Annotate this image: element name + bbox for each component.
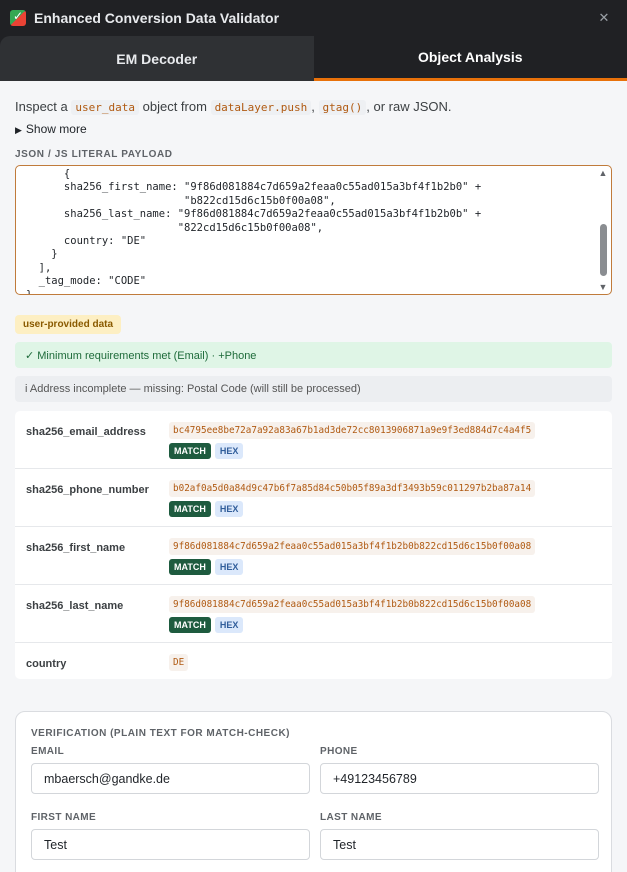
title-bar: Enhanced Conversion Data Validator ✕: [0, 0, 627, 36]
field-name: sha256_phone_number: [26, 484, 149, 496]
match-badge: MATCH: [169, 443, 211, 459]
field-name: sha256_email_address: [26, 426, 146, 438]
field-value: 9f86d081884c7d659a2feaa0c55ad015a3bf4f1b…: [169, 596, 536, 613]
app-logo-icon: [10, 9, 26, 26]
tab-object-analysis[interactable]: Object Analysis: [313, 36, 627, 81]
intro-mid: object from: [142, 99, 207, 114]
intro-sep: ,: [311, 99, 315, 114]
verification-panel: VERIFICATION (PLAIN TEXT FOR MATCH-CHECK…: [15, 711, 612, 872]
match-badge: MATCH: [169, 617, 211, 633]
phone-label: PHONE: [320, 746, 358, 757]
field-name: sha256_last_name: [26, 600, 124, 612]
triangle-right-icon: ▶: [15, 125, 22, 135]
app-title: Enhanced Conversion Data Validator: [34, 10, 280, 26]
pin-icon[interactable]: ✕: [591, 10, 617, 26]
payload-label: JSON / JS LITERAL PAYLOAD: [15, 149, 173, 160]
field-value: 9f86d081884c7d659a2feaa0c55ad015a3bf4f1b…: [169, 538, 536, 555]
payload-scrollbar[interactable]: ▲ ▼: [597, 168, 609, 292]
verification-title: VERIFICATION (PLAIN TEXT FOR MATCH-CHECK…: [31, 728, 291, 739]
payload-editor[interactable]: { sha256_first_name: "9f86d081884c7d659a…: [15, 165, 612, 295]
code-datalayer-push: dataLayer.push: [210, 100, 312, 115]
field-row: sha256_phone_number b02af0a5d0a84d9c47b6…: [15, 469, 612, 527]
scroll-thumb[interactable]: [600, 224, 607, 276]
email-field[interactable]: [31, 763, 310, 794]
address-status: i Address incomplete — missing: Postal C…: [15, 376, 612, 402]
scroll-down-icon[interactable]: ▼: [597, 282, 609, 292]
hex-badge: HEX: [214, 443, 244, 459]
email-label: EMAIL: [31, 746, 65, 757]
field-row: country DE: [15, 643, 612, 679]
code-user-data: user_data: [71, 100, 139, 115]
first-name-field[interactable]: [31, 829, 310, 860]
last-name-field[interactable]: [320, 829, 599, 860]
show-more-label: Show more: [25, 122, 87, 136]
intro-prefix: Inspect a: [15, 99, 68, 114]
field-row: sha256_email_address bc4795ee8be72a7a92a…: [15, 411, 612, 469]
last-name-label: LAST NAME: [320, 812, 382, 823]
hex-badge: HEX: [214, 501, 244, 517]
field-name: sha256_first_name: [26, 542, 126, 554]
intro-suffix: , or raw JSON.: [366, 99, 452, 114]
field-row: sha256_first_name 9f86d081884c7d659a2fea…: [15, 527, 612, 585]
field-name: country: [26, 658, 67, 670]
phone-field[interactable]: [320, 763, 599, 794]
main-panel: Inspect a user_data object from dataLaye…: [0, 97, 627, 872]
code-gtag: gtag(): [318, 100, 367, 115]
tab-em-decoder[interactable]: EM Decoder: [0, 36, 314, 81]
field-value: bc4795ee8be72a7a92a83a67b1ad3de72cc80139…: [169, 422, 536, 439]
hex-badge: HEX: [214, 559, 244, 575]
first-name-label: FIRST NAME: [31, 812, 97, 823]
field-value: b02af0a5d0a84d9c47b6f7a85d84c50b05f89a3d…: [169, 480, 536, 497]
show-more-toggle[interactable]: ▶ Show more: [15, 122, 87, 136]
data-source-badge: user-provided data: [15, 315, 122, 334]
requirements-status: ✓ Minimum requirements met (Email) · +Ph…: [15, 342, 612, 368]
match-badge: MATCH: [169, 501, 211, 517]
tab-bar: EM Decoder Object Analysis: [0, 36, 627, 81]
field-row: sha256_last_name 9f86d081884c7d659a2feaa…: [15, 585, 612, 643]
field-value: DE: [169, 654, 189, 671]
match-badge: MATCH: [169, 559, 211, 575]
payload-text[interactable]: { sha256_first_name: "9f86d081884c7d659a…: [16, 166, 611, 294]
hex-badge: HEX: [214, 617, 244, 633]
scroll-up-icon[interactable]: ▲: [597, 168, 609, 178]
field-table: sha256_email_address bc4795ee8be72a7a92a…: [15, 411, 612, 679]
intro-text: Inspect a user_data object from dataLaye…: [15, 97, 612, 118]
